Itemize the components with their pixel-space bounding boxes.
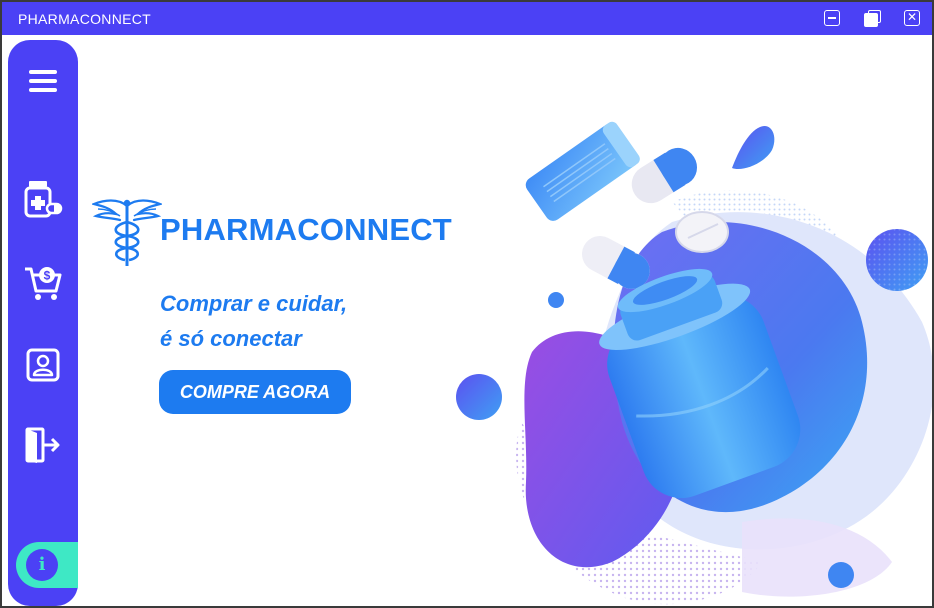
svg-text:$: $ xyxy=(44,269,51,283)
title-bar: PHARMACONNECT ✕ xyxy=(2,2,932,35)
window-title: PHARMACONNECT xyxy=(18,11,152,27)
sidebar-item-cart[interactable]: $ xyxy=(20,260,66,306)
app-window: PHARMACONNECT ✕ $ i PHARMACONNECT Compra… xyxy=(0,0,934,608)
sidebar-item-medicines[interactable] xyxy=(20,176,66,222)
maximize-button[interactable] xyxy=(864,10,881,27)
sidebar: $ i xyxy=(8,40,78,606)
tagline: Comprar e cuidar, é só conectar xyxy=(160,286,347,356)
profile-icon xyxy=(26,348,60,382)
minimize-button[interactable] xyxy=(824,10,840,26)
info-tab: i xyxy=(16,542,78,588)
tagline-line-1: Comprar e cuidar, xyxy=(160,291,348,316)
logout-icon xyxy=(25,427,60,463)
menu-button[interactable] xyxy=(20,58,66,104)
info-icon[interactable]: i xyxy=(26,549,58,581)
caduceus-logo xyxy=(92,199,162,266)
tagline-line-2: é só conectar xyxy=(160,326,302,351)
sidebar-item-logout[interactable] xyxy=(20,422,66,468)
medicine-icon xyxy=(24,181,63,218)
hamburger-menu-icon xyxy=(29,70,57,92)
close-button[interactable]: ✕ xyxy=(904,10,920,26)
shopping-cart-icon: $ xyxy=(25,267,62,300)
buy-now-button[interactable]: COMPRE AGORA xyxy=(159,370,351,414)
medicine-bottle-illustration xyxy=(456,121,932,605)
brand-name: PHARMACONNECT xyxy=(160,212,452,247)
sidebar-item-profile[interactable] xyxy=(20,342,66,388)
